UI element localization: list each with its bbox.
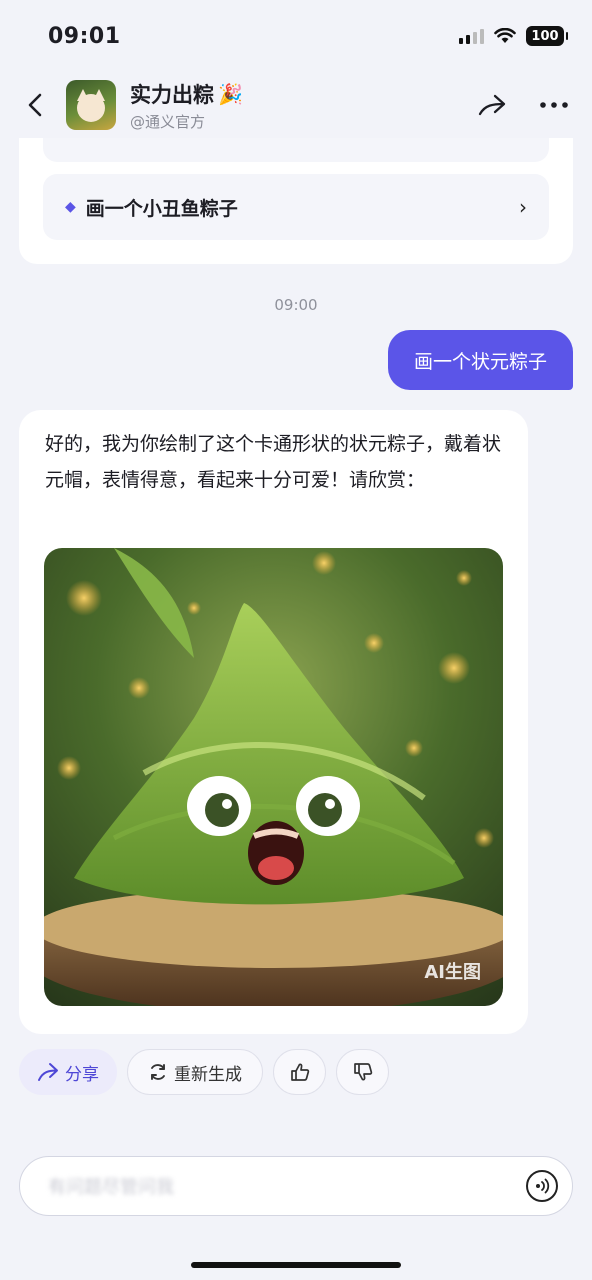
suggestion-card: ◆ 画一个小丑鱼粽子 ›: [19, 138, 573, 264]
more-dots-icon: [540, 102, 568, 108]
bot-avatar[interactable]: [66, 80, 116, 130]
chat-header: 实力出粽 🎉 @通义官方: [0, 72, 592, 138]
voice-input-button[interactable]: [526, 1170, 558, 1202]
wifi-icon: [494, 28, 516, 43]
chevron-left-icon: [28, 93, 42, 117]
thumbs-up-button[interactable]: [273, 1049, 326, 1095]
bot-message-text: 好的，我为你绘制了这个卡通形状的状元粽子，戴着状元帽，表情得意，看起来十分可爱！…: [45, 433, 502, 491]
bot-name-text: 实力出粽: [130, 82, 214, 107]
cellular-signal-icon: [459, 28, 484, 44]
sparkle-icon: ◆: [65, 199, 76, 215]
message-input-placeholder[interactable]: 有问题尽管问我: [48, 1173, 526, 1199]
thumbs-down-icon: [353, 1063, 372, 1081]
bot-subtitle: @通义官方: [130, 112, 206, 131]
back-button[interactable]: [22, 85, 48, 125]
party-popper-icon: 🎉: [218, 81, 243, 106]
suggestion-item-previous[interactable]: [43, 138, 549, 162]
share-header-button[interactable]: [472, 85, 512, 125]
regenerate-label: 重新生成: [174, 1064, 242, 1085]
ai-watermark: AI生图: [424, 962, 481, 983]
thumbs-down-button[interactable]: [336, 1049, 389, 1095]
zongzi-illustration: [44, 548, 503, 1006]
status-time: 09:01: [48, 23, 121, 49]
bot-name: 实力出粽 🎉: [130, 79, 472, 109]
message-timestamp: 09:00: [274, 296, 318, 314]
status-icons: 100: [459, 26, 568, 46]
suggestion-label: 画一个小丑鱼粽子: [85, 197, 238, 220]
user-message-bubble: 画一个状元粽子: [387, 330, 573, 390]
share-arrow-icon: [478, 94, 506, 116]
battery-indicator: 100: [526, 26, 568, 46]
suggestion-item[interactable]: ◆ 画一个小丑鱼粽子 ›: [43, 174, 549, 240]
share-icon: [38, 1063, 58, 1081]
sound-wave-icon: [536, 1178, 550, 1194]
bot-title-block: 实力出粽 🎉 @通义官方: [130, 79, 472, 132]
thumbs-up-icon: [290, 1063, 309, 1081]
message-actions: 分享 重新生成: [19, 1049, 389, 1095]
regenerate-button[interactable]: 重新生成: [127, 1049, 263, 1095]
home-indicator: [191, 1262, 401, 1268]
chevron-right-icon: ›: [519, 195, 527, 219]
share-label: 分享: [65, 1064, 99, 1085]
more-options-button[interactable]: [534, 85, 574, 125]
share-button[interactable]: 分享: [19, 1049, 117, 1095]
refresh-icon: [151, 1064, 165, 1080]
generated-image[interactable]: AI生图: [44, 548, 503, 1006]
bot-message-bubble: 好的，我为你绘制了这个卡通形状的状元粽子，戴着状元帽，表情得意，看起来十分可爱！…: [19, 410, 528, 1034]
message-input-bar[interactable]: 有问题尽管问我: [19, 1156, 573, 1216]
status-bar: 09:01 100: [0, 0, 592, 72]
